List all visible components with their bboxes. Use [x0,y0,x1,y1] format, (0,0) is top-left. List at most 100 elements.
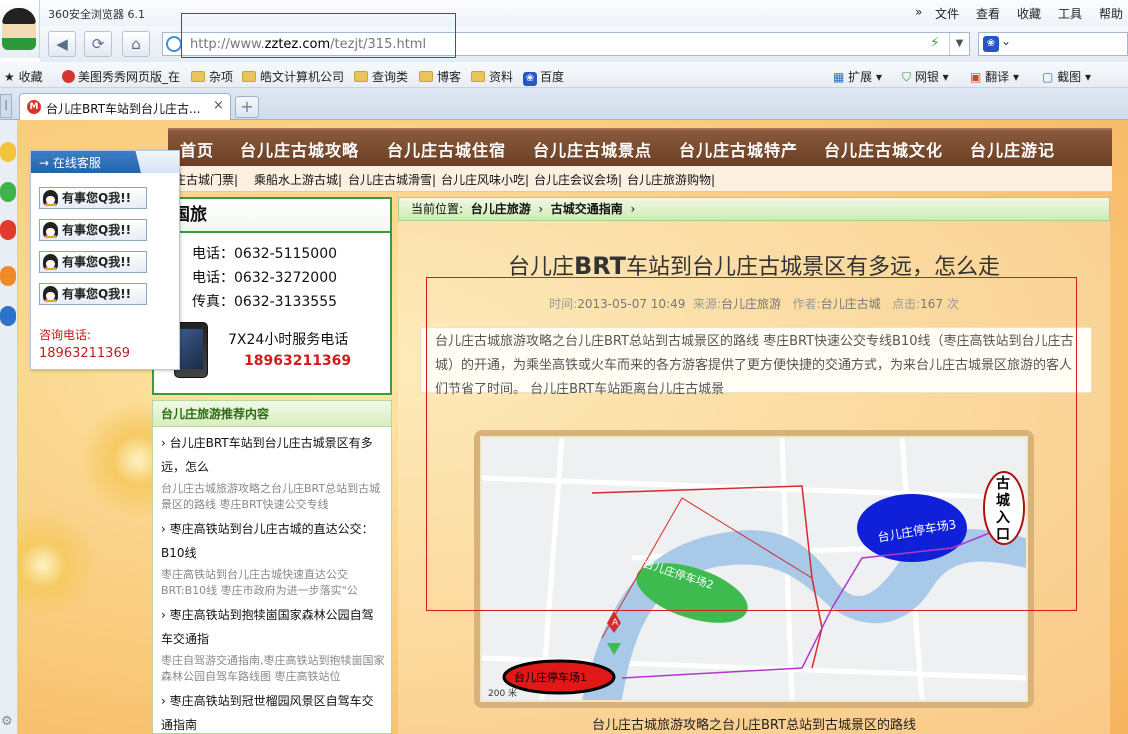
meitu-icon [62,70,75,83]
folder-icon [471,71,485,82]
qq-contact-button[interactable]: 有事您Q我!! [39,187,147,209]
tab-close-icon[interactable]: × [213,98,224,113]
qq-penguin-icon [43,286,58,302]
speed-mode-icon[interactable]: ⚡ [930,35,940,51]
folder-icon [191,71,205,82]
breadcrumb: 当前位置: 台儿庄旅游 › 古城交通指南 › [398,197,1110,221]
address-dropdown-icon[interactable]: ▼ [949,33,969,55]
favorites-bar: ★ 收藏 美图秀秀网页版_在 杂项 皓文计算机公司 查询类 博客 资料 ❀ 百度 … [0,62,1128,88]
favorites-star-button[interactable]: ★ 收藏 [4,68,43,85]
favorite-folder-data[interactable]: 资料 [471,68,513,85]
favorite-folder-query[interactable]: 查询类 [354,68,408,85]
menu-more-chevron[interactable]: » [915,5,922,19]
weibo-icon[interactable] [0,220,16,240]
map-caption: 台儿庄古城旅游攻略之台儿庄BRT总站到古城景区的路线 [592,718,916,733]
search-engine-dropdown-icon[interactable]: ⌄ [1001,34,1011,48]
settings-gear-icon[interactable]: ⚙ [1,714,13,729]
favorite-folder-company[interactable]: 皓文计算机公司 [242,68,344,85]
subnav-snacks[interactable]: 台儿庄风味小吃| [441,171,529,188]
extensions-button[interactable]: ▦ 扩展 ▾ [833,68,882,85]
qq-contact-button[interactable]: 有事您Q我!! [39,219,147,241]
nav-specialty[interactable]: 台儿庄古城特产 [679,137,798,161]
menu-view[interactable]: 查看 [976,5,1000,22]
screenshot-button[interactable]: ▢ 截图 ▾ [1042,68,1091,85]
map-scale: 200 米 [488,689,518,699]
breadcrumb-separator: › [630,202,636,216]
recommend-item-desc: 枣庄自驾游交通指南,枣庄高铁站到抱犊崮国家森林公园自驾车路线图 枣庄高铁站位 [161,654,385,683]
favorite-baidu[interactable]: ❀ 百度 [523,68,564,86]
nav-travelogue[interactable]: 台儿庄游记 [970,137,1055,161]
refresh-icon[interactable]: ⟳ [84,31,112,57]
site-top-nav: 首页 台儿庄古城攻略 台儿庄古城住宿 台儿庄古城景点 台儿庄古城特产 台儿庄古城… [168,128,1112,166]
subnav-shopping[interactable]: 台儿庄旅游购物| [627,171,715,188]
security-shield-icon [166,36,182,52]
subnav-ski[interactable]: 台儿庄古城滑雪| [348,171,436,188]
firework-decoration [18,510,98,620]
browser-sidebar: ⚙ [0,120,18,734]
translate-button[interactable]: ▣ 翻译 ▾ [970,68,1019,85]
menu-file[interactable]: 文件 [935,5,959,22]
recommend-title: 台儿庄旅游推荐内容 [153,401,391,427]
breadcrumb-label: 当前位置: [411,202,464,216]
app-icon[interactable] [0,266,16,286]
avatar[interactable] [2,8,36,50]
favorite-meitu[interactable]: 美图秀秀网页版_在 [62,68,180,85]
chat-icon[interactable] [0,182,16,202]
folder-icon [242,71,256,82]
breadcrumb-travel[interactable]: 台儿庄旅游 [471,202,531,216]
qq-penguin-icon [43,222,58,238]
favorites-star-icon[interactable] [0,142,16,162]
menu-tools[interactable]: 工具 [1058,5,1082,22]
qq-penguin-icon [43,254,58,270]
menu-favorites[interactable]: 收藏 [1017,5,1041,22]
agency-phone-1: 电话：0632-5115000 [192,246,338,262]
customer-service-header: → 在线客服 [31,151,179,173]
search-sidebar-icon[interactable] [0,306,16,326]
extension-grid-icon: ▦ [833,70,845,84]
nav-hotel[interactable]: 台儿庄古城住宿 [387,137,506,161]
search-box[interactable]: ❀ ⌄ [978,32,1128,56]
folder-icon [419,71,433,82]
subnav-meeting[interactable]: 台儿庄会议会场| [534,171,622,188]
shield-icon: ⛉ [902,70,912,84]
recommend-panel: 台儿庄旅游推荐内容 › 台儿庄BRT车站到台儿庄古城景区有多远，怎么 台儿庄古城… [152,400,392,734]
folder-icon [354,71,368,82]
consult-phone-number: 18963211369 [39,346,130,361]
parking-lot-1-label: 台儿庄停车场1 [514,671,587,684]
qq-contact-button[interactable]: 有事您Q我!! [39,283,147,305]
nav-scenic[interactable]: 台儿庄古城景点 [533,137,652,161]
home-icon[interactable]: ⌂ [122,31,150,57]
agency-phone-2: 电话：0632-3272000 [192,270,338,286]
site-sub-nav: 庄古城门票| 乘船水上游古城| 台儿庄古城滑雪| 台儿庄风味小吃| 台儿庄会议会… [168,166,1112,192]
recommend-item-desc: 台儿庄古城旅游攻略之台儿庄BRT总站到古城景区的路线 枣庄BRT快速公交专线 [161,482,381,511]
subnav-tickets[interactable]: 庄古城门票| [174,171,238,188]
translate-icon: ▣ [970,70,982,84]
new-tab-button[interactable]: + [235,96,259,118]
qq-contact-button[interactable]: 有事您Q我!! [39,251,147,273]
nav-guide[interactable]: 台儿庄古城攻略 [240,137,359,161]
subnav-boat[interactable]: 乘船水上游古城| [254,171,342,188]
consult-phone-label: 咨询电话: [39,328,92,342]
recommend-item-link[interactable]: › 枣庄高铁站到抱犊崮国家森林公园自驾车交通指 [161,603,385,651]
menu-help[interactable]: 帮助 [1099,5,1123,22]
recommend-item-link[interactable]: › 枣庄高铁站到台儿庄古城的直达公交：B10线 [161,517,385,565]
site-favicon-icon: M [27,100,41,114]
tab-current[interactable]: M 台儿庄BRT车站到台儿庄古... × [19,93,231,120]
tab-list-icon[interactable]: | [0,94,12,118]
ebank-button[interactable]: ⛉ 网银 ▾ [902,68,949,85]
breadcrumb-traffic[interactable]: 古城交通指南 [551,202,623,216]
baidu-paw-icon[interactable]: ❀ [983,36,999,52]
travel-agency-title: 商国旅 [154,203,390,233]
nav-home[interactable]: 首页 [180,137,214,161]
travel-agency-box: 商国旅 电话：0632-5115000 电话：0632-3272000 传真：0… [152,197,392,395]
tab-title: 台儿庄BRT车站到台儿庄古... [46,102,201,116]
recommend-item-link[interactable]: › 台儿庄BRT车站到台儿庄古城景区有多远，怎么 [161,431,385,479]
back-icon[interactable]: ◀ [48,31,76,57]
user-avatar-area[interactable] [0,0,40,58]
recommend-item-link[interactable]: › 枣庄高铁站到冠世榴园风景区自驾车交通指南 [161,689,385,734]
nav-culture[interactable]: 台儿庄古城文化 [824,137,943,161]
favorite-folder-misc[interactable]: 杂项 [191,68,233,85]
customer-service-panel: → 在线客服 有事您Q我!! 有事您Q我!! 有事您Q我!! 有事您Q我!! 咨… [30,150,180,370]
favorite-folder-blog[interactable]: 博客 [419,68,461,85]
screenshot-icon: ▢ [1042,70,1054,84]
